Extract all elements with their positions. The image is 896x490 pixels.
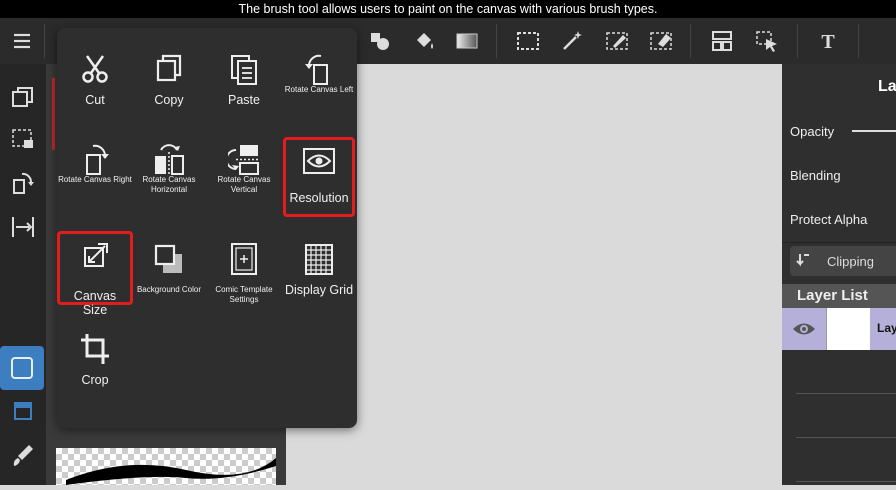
menu-item-rotate-canvas-left[interactable]: Rotate Canvas Left [282,38,356,128]
blending-row[interactable]: Blending [782,154,896,199]
clipping-label: Clipping [827,254,874,269]
menu-item-rotate-canvas-horizontal[interactable]: Rotate Canvas Horizontal [132,128,206,218]
menu-item-label: Rotate Canvas Right [58,175,132,184]
menu-item-display-grid[interactable]: Display Grid [282,228,356,318]
eye-icon [793,323,815,335]
protect-alpha-row[interactable]: Protect Alpha [782,198,896,243]
rotate-left-icon [305,54,328,85]
menu-item-label: Paste [228,93,260,107]
menu-item-comic-template-settings[interactable]: Comic Template Settings [207,228,281,318]
comic-template-icon [231,243,257,275]
transform-icon[interactable] [10,170,36,196]
menu-item-label: Crop [81,373,109,387]
shapes-icon[interactable] [366,27,394,55]
layer-panel: La Opacity Blending Protect Alpha Clippi… [782,64,896,485]
menu-item-label: Rotate Canvas Left [284,85,354,94]
layer-list-label: Layer List [797,287,868,304]
brush-preview [56,448,276,485]
layers-icon[interactable] [10,84,36,110]
menu-item-cut[interactable]: Cut [58,38,132,128]
magic-wand-icon[interactable] [558,27,586,55]
select-pen-icon[interactable] [603,27,631,55]
selection-icon[interactable] [10,126,36,152]
crop-icon [81,334,109,364]
layer-tool-icon[interactable] [10,398,36,424]
menu-item-rotate-canvas-vertical[interactable]: Rotate Canvas Vertical [207,128,281,218]
flip-horizontal-icon [155,144,184,176]
caption-bar: The brush tool allows users to paint on … [0,0,896,18]
menu-item-canvas-size[interactable]: Canvas Size [57,231,133,317]
flip-vertical-icon [228,145,260,175]
brush-tool-button[interactable] [0,346,44,390]
paste-icon [231,55,257,85]
menu-item-label: Comic Template Settings [215,285,273,304]
text-icon[interactable]: T [814,27,842,55]
menu-item-label: Background Color [136,285,202,294]
drawing-canvas[interactable] [286,64,782,485]
layout-icon[interactable] [708,27,736,55]
layer-panel-title: La [878,78,896,95]
background-color-icon [154,244,182,273]
opacity-slider[interactable] [852,130,896,132]
menu-icon[interactable] [8,27,36,55]
layer-visibility-toggle[interactable] [782,308,826,350]
menu-item-resolution[interactable]: Resolution [283,137,355,217]
selection-rect-icon[interactable] [514,27,542,55]
menu-item-label: Display Grid [284,283,354,297]
menu-item-copy[interactable]: Copy [132,38,206,128]
menu-item-label: Resolution [289,191,349,205]
layer-row[interactable]: Lay [782,308,896,350]
svg-text:T: T [821,31,835,53]
menu-item-label: Canvas Size [73,289,117,317]
blending-label: Blending [790,168,841,183]
select-eraser-icon[interactable] [647,27,675,55]
menu-item-label: Copy [154,93,184,107]
clipping-icon [796,254,809,267]
menu-item-label: Rotate Canvas Vertical [217,175,271,194]
clipping-button[interactable]: Clipping [790,246,896,276]
rotate-right-icon [86,144,109,175]
left-tool-strip [0,64,46,485]
menu-item-label: Cut [85,93,105,107]
menu-item-crop[interactable]: Crop [58,318,132,408]
scissors-icon [82,55,108,83]
brush-icon[interactable] [10,442,36,468]
gradient-icon[interactable] [453,27,481,55]
grid-icon [305,244,333,275]
layer-name: Lay [877,321,896,335]
edit-menu-popup: Cut Copy Paste Rotate Canvas Left Rotate… [57,28,357,428]
copy-icon [156,54,182,82]
ruler-icon[interactable] [10,214,36,240]
canvas-size-icon [84,243,108,267]
menu-item-rotate-canvas-right[interactable]: Rotate Canvas Right [58,128,132,218]
opacity-row[interactable]: Opacity [782,110,896,155]
menu-item-label: Rotate Canvas Horizontal [142,175,196,194]
protect-alpha-label: Protect Alpha [790,212,868,227]
fill-bucket-icon[interactable] [410,27,438,55]
panel-accent [52,78,55,150]
move-select-icon[interactable] [753,27,781,55]
eye-icon [303,148,335,174]
opacity-label: Opacity [790,124,835,139]
menu-item-background-color[interactable]: Background Color [132,228,206,318]
menu-item-paste[interactable]: Paste [207,38,281,128]
